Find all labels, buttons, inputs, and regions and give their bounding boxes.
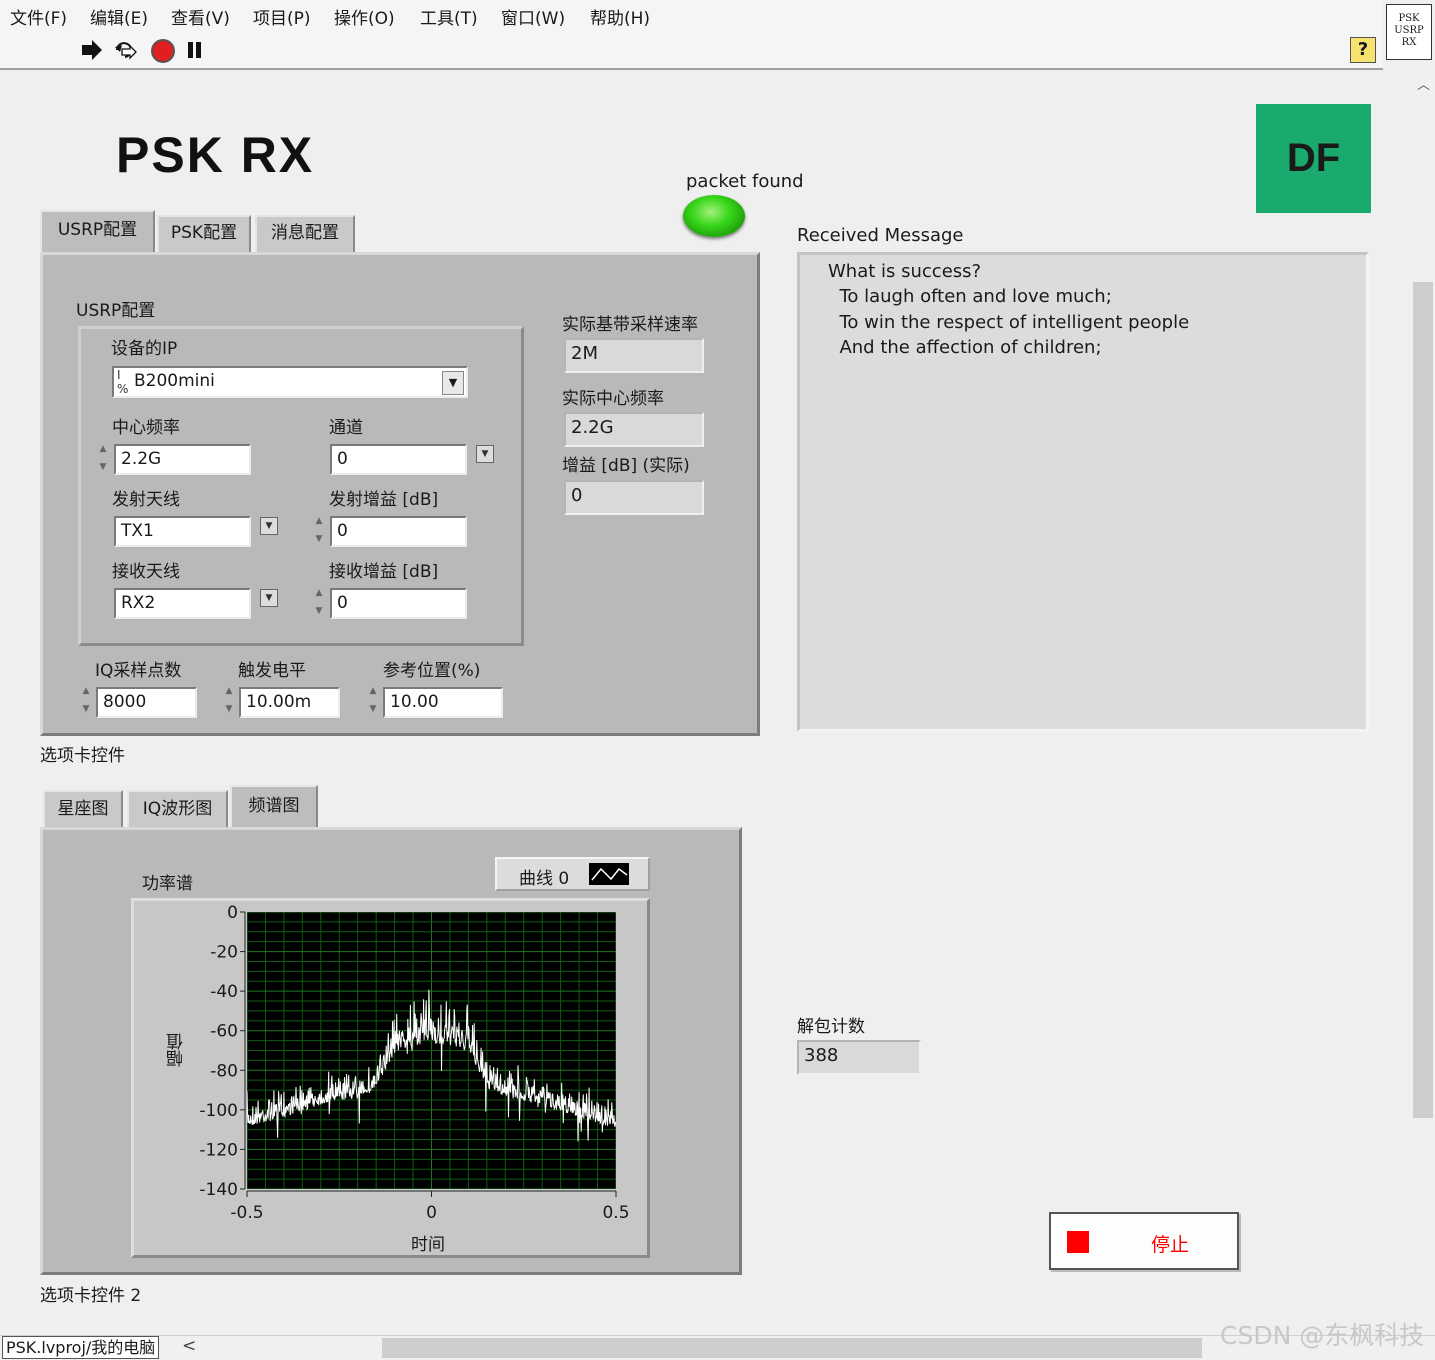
menu-window[interactable]: 窗口(W) (501, 4, 565, 29)
horizontal-scroll-thumb[interactable] (382, 1338, 1202, 1358)
stop-square-icon (1067, 1231, 1089, 1253)
y-axis-label: 幅值 (167, 1033, 187, 1067)
tab-iq-waveform[interactable]: IQ波形图 (127, 790, 228, 828)
tab-message-config[interactable]: 消息配置 (255, 215, 355, 252)
tab-usrp-config[interactable]: USRP配置 (40, 210, 155, 256)
channel-label: 通道 (329, 418, 363, 438)
ref-position-field[interactable]: 10.00 (383, 687, 503, 718)
tab-spectrum[interactable]: 频谱图 (230, 785, 318, 832)
pause-icon[interactable] (185, 41, 205, 59)
menu-view[interactable]: 查看(V) (171, 4, 230, 29)
tx-gain-field[interactable]: 0 (330, 516, 467, 547)
menu-operate[interactable]: 操作(O) (334, 4, 395, 29)
rx-gain-field[interactable]: 0 (330, 588, 467, 619)
actual-gain-label: 增益 [dB] (实际) (562, 456, 690, 476)
watermark: CSDN @东枫科技 (1220, 1321, 1425, 1350)
tx-antenna-label: 发射天线 (112, 490, 180, 510)
tab-control-label: 选项卡控件 (40, 746, 125, 766)
logo: DF (1256, 104, 1371, 213)
dropdown-icon[interactable]: ▼ (442, 371, 464, 395)
legend-series-name: 曲线 0 (519, 869, 570, 889)
menu-project[interactable]: 项目(P) (253, 4, 311, 29)
trigger-level-field[interactable]: 10.00m (239, 687, 340, 718)
iq-samples-label: IQ采样点数 (95, 661, 182, 681)
packet-found-label: packet found (686, 171, 804, 192)
received-message-box: What is success? To laugh often and love… (797, 252, 1369, 732)
vi-icon: PSK USRP RX (1386, 4, 1432, 60)
rx-antenna-label: 接收天线 (112, 562, 180, 582)
actual-rate-indicator: 2M (564, 338, 704, 373)
center-freq-label: 中心频率 (112, 418, 180, 438)
rx-antenna-dropdown-icon[interactable]: ▼ (260, 589, 278, 607)
actual-center-indicator: 2.2G (564, 412, 704, 447)
scroll-left-icon[interactable]: < (182, 1336, 196, 1356)
help-icon[interactable]: ? (1350, 37, 1376, 63)
rx-antenna-field[interactable]: RX2 (114, 588, 251, 619)
actual-center-label: 实际中心频率 (562, 389, 664, 409)
tx-antenna-field[interactable]: TX1 (114, 516, 251, 547)
packet-count-indicator: 388 (797, 1040, 921, 1075)
iq-samples-field[interactable]: 8000 (96, 687, 197, 718)
rx-gain-label: 接收增益 [dB] (329, 562, 439, 582)
tab-control-2-label: 选项卡控件 2 (40, 1286, 142, 1306)
vi-icon-line: USRP (1394, 25, 1424, 36)
tx-gain-label: 发射增益 [dB] (329, 490, 439, 510)
trigger-level-stepper[interactable]: ▲ ▼ (222, 682, 236, 720)
channel-field[interactable]: 0 (330, 444, 467, 475)
message-line: To win the respect of intelligent people (828, 312, 1190, 333)
actual-gain-indicator: 0 (564, 480, 704, 515)
menu-file[interactable]: 文件(F) (10, 4, 67, 29)
plot-area[interactable] (247, 912, 616, 1189)
chart-title: 功率谱 (142, 874, 193, 894)
menu-tools[interactable]: 工具(T) (420, 4, 478, 29)
actual-rate-label: 实际基带采样速率 (562, 315, 698, 335)
ref-position-stepper[interactable]: ▲ ▼ (366, 682, 380, 720)
vi-icon-line: PSK (1398, 13, 1420, 24)
scroll-up-icon[interactable]: ︿ (1417, 74, 1430, 93)
ref-position-label: 参考位置(%) (383, 661, 481, 681)
stop-button[interactable]: 停止 (1049, 1212, 1239, 1270)
toolbar: ? (0, 30, 1383, 70)
page-title: PSK RX (116, 127, 315, 183)
stop-button-label: 停止 (1151, 1234, 1190, 1256)
io-name-icon: I% (117, 368, 129, 396)
menu-edit[interactable]: 编辑(E) (90, 4, 148, 29)
device-ip-value: B200mini (134, 371, 215, 391)
plot-legend[interactable]: 曲线 0 (495, 857, 650, 891)
device-ip-label: 设备的IP (111, 339, 178, 359)
packet-found-led (683, 195, 745, 237)
vi-icon-line: RX (1401, 37, 1417, 48)
tx-antenna-dropdown-icon[interactable]: ▼ (260, 517, 278, 535)
message-line: What is success? (828, 261, 982, 282)
packet-count-label: 解包计数 (797, 1017, 865, 1037)
x-axis-label: 时间 (411, 1235, 445, 1255)
run-arrow-icon[interactable] (80, 39, 104, 61)
iq-samples-stepper[interactable]: ▲ ▼ (79, 682, 93, 720)
device-ip-field[interactable]: I% B200mini ▼ (112, 366, 468, 398)
run-continuous-icon[interactable] (112, 39, 138, 61)
tx-gain-stepper[interactable]: ▲ ▼ (312, 512, 326, 550)
rx-gain-stepper[interactable]: ▲ ▼ (312, 584, 326, 622)
received-message-label: Received Message (797, 225, 964, 246)
center-freq-stepper[interactable]: ▲ ▼ (96, 440, 110, 478)
tab-constellation[interactable]: 星座图 (43, 790, 123, 828)
tab-psk-config[interactable]: PSK配置 (157, 215, 251, 252)
menu-bar: 文件(F) 编辑(E) 查看(V) 项目(P) 操作(O) 工具(T) 窗口(W… (0, 0, 1383, 30)
message-line: And the affection of children; (828, 337, 1102, 358)
plot-grid (247, 912, 616, 1189)
abort-icon[interactable] (150, 38, 176, 64)
legend-line-icon (589, 863, 629, 885)
trigger-level-label: 触发电平 (238, 661, 306, 681)
vertical-scroll-thumb[interactable] (1413, 282, 1433, 1118)
message-line: To laugh often and love much; (828, 286, 1112, 307)
usrp-cluster-label: USRP配置 (76, 301, 156, 321)
project-path: PSK.lvproj/我的电脑 (2, 1336, 160, 1359)
menu-help[interactable]: 帮助(H) (590, 4, 650, 29)
center-freq-field[interactable]: 2.2G (114, 444, 251, 475)
channel-dropdown-icon[interactable]: ▼ (476, 445, 494, 463)
